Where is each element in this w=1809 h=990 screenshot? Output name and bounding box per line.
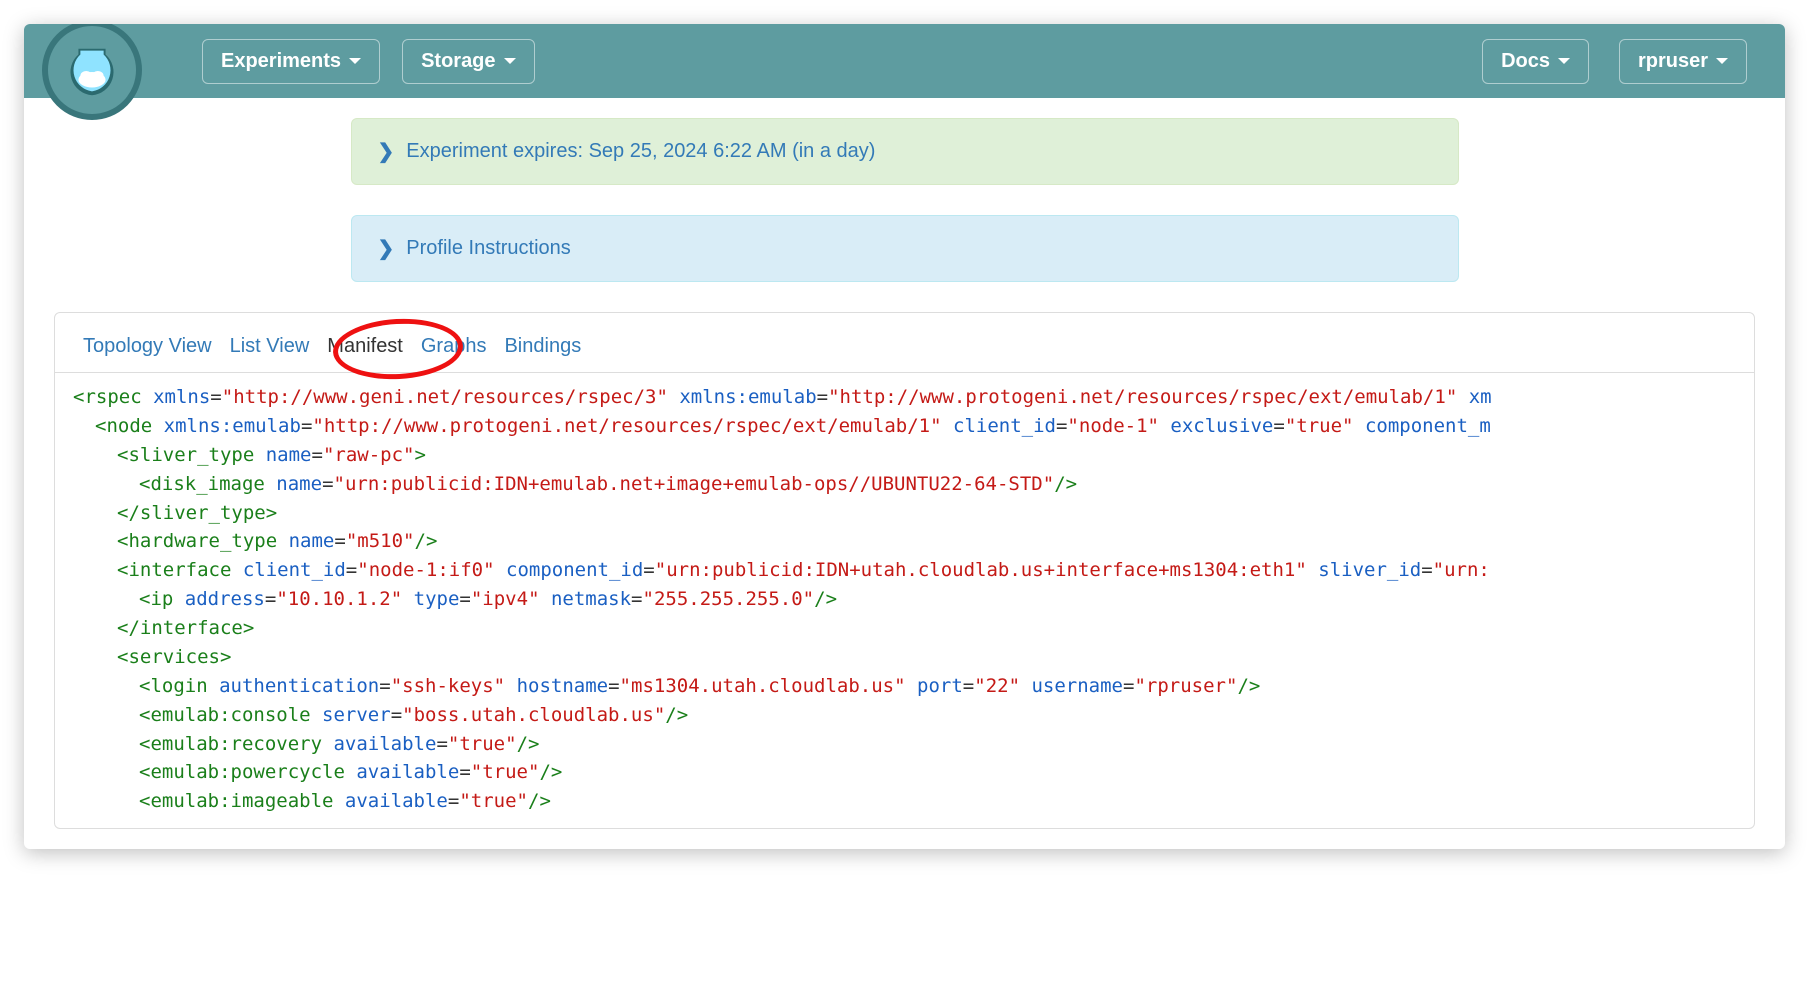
interface-component-id: urn:publicid:IDN+utah.cloudlab.us+interf…: [666, 559, 1295, 581]
sliver-type-name: raw-pc: [334, 444, 403, 466]
experiment-expires-panel[interactable]: ❯ Experiment expires: Sep 25, 2024 6:22 …: [351, 118, 1459, 185]
nav-experiments-label: Experiments: [221, 50, 341, 73]
nav-docs-label: Docs: [1501, 50, 1550, 73]
imageable-available: true: [471, 790, 517, 812]
manifest-xml-viewer[interactable]: <rspec xmlns="http://www.geni.net/resour…: [55, 373, 1754, 828]
caret-down-icon: [504, 58, 516, 64]
profile-instructions-panel[interactable]: ❯ Profile Instructions: [351, 215, 1459, 282]
nav-storage-dropdown[interactable]: Storage: [402, 39, 534, 84]
login-port: 22: [986, 675, 1009, 697]
console-server: boss.utah.cloudlab.us: [414, 704, 654, 726]
node-client-id: node-1: [1079, 415, 1148, 437]
tab-bar: Topology View List View Manifest Graphs …: [55, 313, 1754, 373]
cloudlab-logo-icon: [61, 39, 123, 101]
profile-instructions-label: Profile Instructions: [406, 237, 571, 260]
tab-graphs[interactable]: Graphs: [421, 335, 487, 358]
expires-label: Experiment expires:: [406, 140, 588, 162]
recovery-available: true: [459, 733, 505, 755]
ip-address: 10.10.1.2: [288, 588, 391, 610]
hardware-type-name: m510: [357, 530, 403, 552]
chevron-right-icon: ❯: [378, 236, 395, 261]
caret-down-icon: [1558, 58, 1570, 64]
login-auth: ssh-keys: [402, 675, 494, 697]
disk-image-name: urn:publicid:IDN+emulab.net+image+emulab…: [345, 473, 1043, 495]
top-navbar: Experiments Storage Docs rpruser: [24, 24, 1785, 98]
caret-down-icon: [349, 58, 361, 64]
expires-relative: (in a day): [792, 140, 875, 162]
nav-docs-dropdown[interactable]: Docs: [1482, 39, 1589, 84]
rspec-xmlns-emulab: http://www.protogeni.net/resources/rspec…: [840, 386, 1446, 408]
interface-sliver-id: urn:: [1444, 559, 1490, 581]
login-username: rpruser: [1146, 675, 1226, 697]
rspec-xmlns: http://www.geni.net/resources/rspec/3: [233, 386, 656, 408]
ip-netmask: 255.255.255.0: [654, 588, 803, 610]
tab-manifest[interactable]: Manifest: [327, 335, 403, 358]
tab-list-view[interactable]: List View: [230, 335, 310, 358]
chevron-right-icon: ❯: [378, 139, 395, 164]
app-window: Experiments Storage Docs rpruser: [24, 24, 1785, 849]
nav-experiments-dropdown[interactable]: Experiments: [202, 39, 380, 84]
powercycle-available: true: [482, 761, 528, 783]
node-xmlns-emulab: http://www.protogeni.net/resources/rspec…: [324, 415, 930, 437]
logo-wrap: [42, 24, 142, 98]
ip-type: ipv4: [482, 588, 528, 610]
nav-user-label: rpruser: [1638, 50, 1708, 73]
login-hostname: ms1304.utah.cloudlab.us: [631, 675, 894, 697]
expires-time: Sep 25, 2024 6:22 AM: [589, 140, 793, 162]
tab-bindings[interactable]: Bindings: [504, 335, 581, 358]
tab-topology-view[interactable]: Topology View: [83, 335, 212, 358]
interface-client-id: node-1:if0: [369, 559, 483, 581]
experiment-panel: Topology View List View Manifest Graphs …: [54, 312, 1755, 829]
experiment-expires-text: Experiment expires: Sep 25, 2024 6:22 AM…: [406, 140, 875, 163]
logo[interactable]: [42, 24, 142, 120]
caret-down-icon: [1716, 58, 1728, 64]
nav-user-dropdown[interactable]: rpruser: [1619, 39, 1747, 84]
node-exclusive: true: [1296, 415, 1342, 437]
nav-storage-label: Storage: [421, 50, 495, 73]
body-area: ❯ Experiment expires: Sep 25, 2024 6:22 …: [24, 98, 1785, 849]
